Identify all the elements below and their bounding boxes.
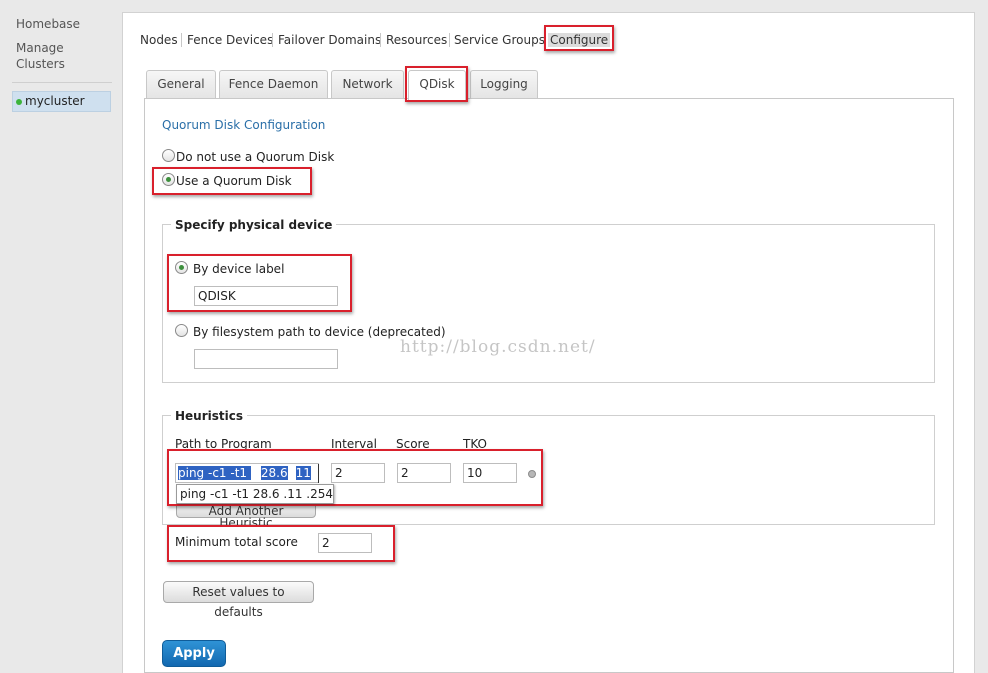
no-quorum-disk-radio[interactable] xyxy=(162,149,175,162)
nav-failover-domains[interactable]: Failover Domains xyxy=(278,33,381,47)
heuristics-legend: Heuristics xyxy=(171,409,248,423)
reset-defaults-button[interactable]: Reset values to defaults xyxy=(163,581,314,619)
manage-clusters-link-line2[interactable]: Clusters xyxy=(16,56,65,72)
homebase-link[interactable]: Homebase xyxy=(16,16,80,32)
watermark-text: http://blog.csdn.net/ xyxy=(400,337,596,357)
cluster-name: mycluster xyxy=(25,94,85,108)
highlight-box-use-quorum xyxy=(152,167,312,195)
highlight-box-qdisk-tab xyxy=(405,66,468,102)
by-filesystem-path-radio[interactable] xyxy=(175,324,188,337)
apply-button[interactable]: Apply xyxy=(162,640,226,667)
highlight-box-device-label xyxy=(167,254,352,312)
nav-separator xyxy=(272,33,273,47)
physical-device-legend: Specify physical device xyxy=(171,218,337,232)
nav-service-groups[interactable]: Service Groups xyxy=(454,33,545,47)
nav-fence-devices[interactable]: Fence Devices xyxy=(187,33,273,47)
manage-clusters-link-line1[interactable]: Manage xyxy=(16,40,64,56)
cluster-status-icon xyxy=(16,99,22,105)
autocomplete-suggestion[interactable]: ping -c1 -t1 28.6 .11 .254 xyxy=(176,484,334,504)
tab-general[interactable]: General xyxy=(146,70,216,99)
highlight-box-configure xyxy=(544,25,614,51)
highlight-box-min-score xyxy=(167,525,395,562)
quorum-disk-config-title: Quorum Disk Configuration xyxy=(162,118,326,132)
sidebar: Homebase Manage Clusters mycluster xyxy=(0,0,122,673)
sidebar-divider xyxy=(12,82,112,83)
nav-separator xyxy=(181,33,182,47)
filesystem-path-input[interactable] xyxy=(194,349,338,369)
text-cursor xyxy=(318,464,319,483)
nav-separator xyxy=(449,33,450,47)
tab-fence-daemon[interactable]: Fence Daemon xyxy=(219,70,328,99)
sidebar-item-mycluster[interactable]: mycluster xyxy=(12,91,111,112)
nav-separator xyxy=(380,33,381,47)
no-quorum-disk-label: Do not use a Quorum Disk xyxy=(176,150,335,164)
nav-nodes[interactable]: Nodes xyxy=(140,33,178,47)
tab-network[interactable]: Network xyxy=(331,70,404,99)
tab-logging[interactable]: Logging xyxy=(470,70,538,99)
nav-resources[interactable]: Resources xyxy=(386,33,447,47)
